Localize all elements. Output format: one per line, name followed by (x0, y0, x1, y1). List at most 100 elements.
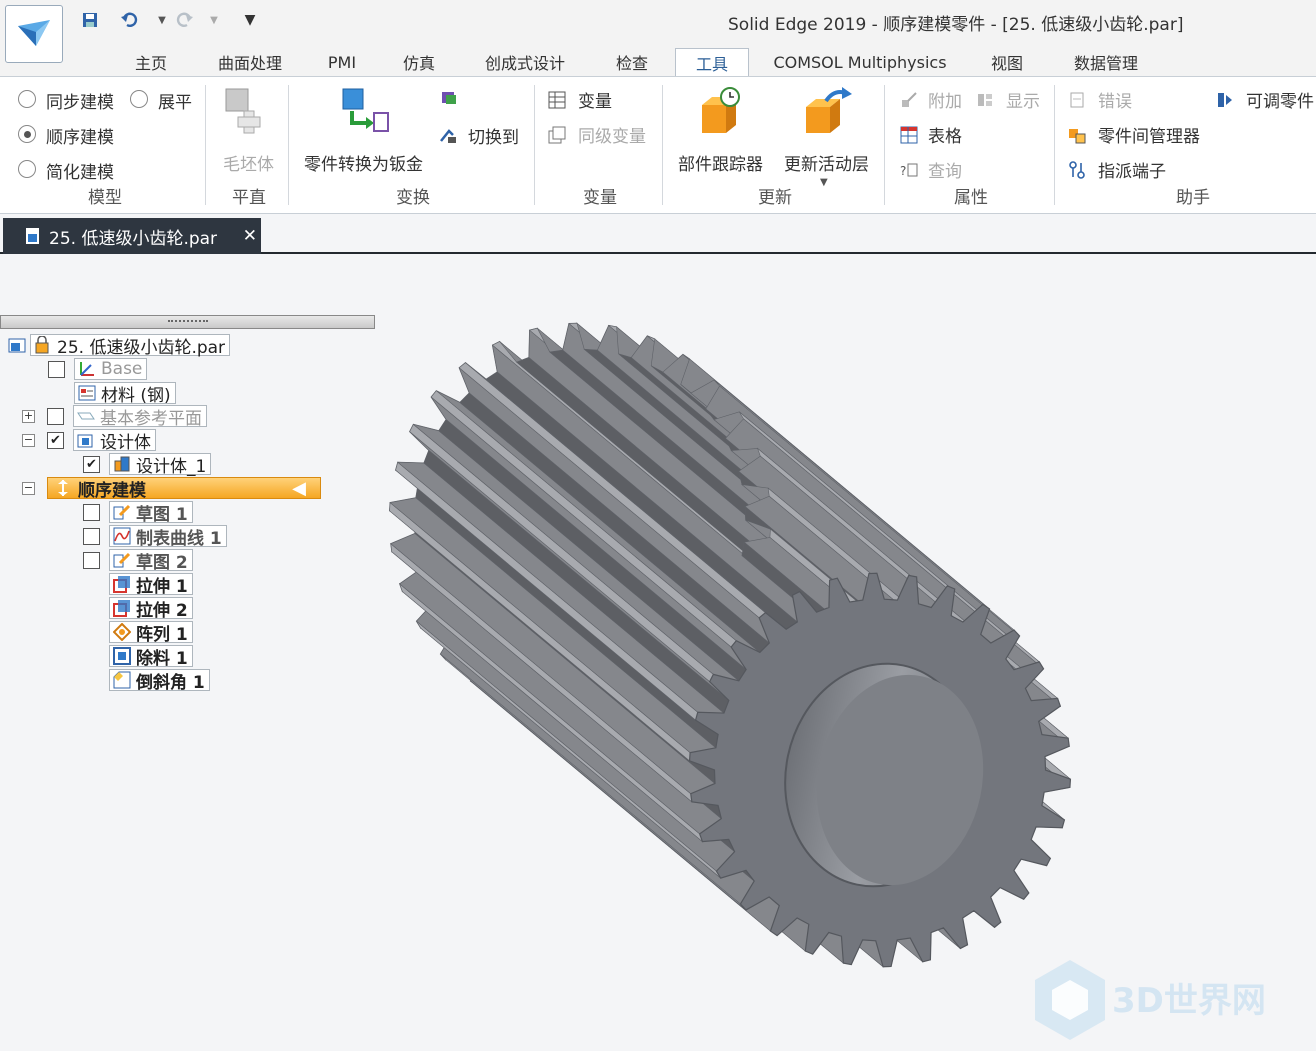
undo-dropdown-icon[interactable]: ▼ (152, 10, 172, 30)
tree-design-body-label[interactable]: 设计体 (73, 429, 156, 453)
separator (1054, 85, 1055, 205)
collapse-icon[interactable]: − (22, 481, 35, 495)
tree-material-label[interactable]: 材料 (钢) (74, 382, 176, 406)
feature-pattern-1[interactable]: 阵列 1 (109, 621, 193, 645)
feature-sketch-2[interactable]: 草图 2 (83, 549, 193, 573)
flatten-radio[interactable] (130, 90, 148, 108)
tree-ref-planes-label[interactable]: 基本参考平面 (73, 405, 207, 429)
document-tab[interactable]: 25. 低速级小齿轮.par ✕ (3, 218, 261, 254)
tab-tools[interactable]: 工具 (675, 48, 749, 76)
simplified-radio[interactable] (18, 160, 36, 178)
update-active-layer-label: 更新活动层 (784, 155, 869, 175)
feature-extrude-1[interactable]: 拉伸 1 (109, 573, 193, 597)
assign-port-label: 指派端子 (1098, 162, 1166, 182)
redo-dropdown-icon[interactable]: ▼ (204, 10, 224, 30)
base-checkbox[interactable] (48, 360, 65, 378)
chevron-down-icon[interactable]: ▼ (820, 177, 828, 188)
switch-to-label: 切换到 (468, 128, 519, 148)
material-icon (78, 385, 96, 401)
svg-text:?: ? (900, 164, 906, 178)
feature-table-curve-1-label[interactable]: 制表曲线 1 (109, 525, 227, 549)
design-body-checkbox[interactable]: ✔ (47, 431, 64, 449)
tracker-icon (702, 87, 740, 133)
transform-small-icon[interactable] (440, 89, 460, 111)
separator (288, 85, 289, 205)
feature-sketch-2-label[interactable]: 草图 2 (109, 549, 193, 573)
simplified-label: 简化建模 (46, 163, 114, 183)
design-body-icon (77, 434, 93, 448)
feature-pattern-1-label[interactable]: 阵列 1 (109, 621, 193, 645)
sync-radio[interactable] (18, 90, 36, 108)
feature-sketch-1-label[interactable]: 草图 1 (109, 501, 193, 525)
blank-body-button[interactable] (222, 85, 278, 149)
tab-comsol[interactable]: COMSOL Multiphysics (765, 48, 955, 76)
feature-sketch-1[interactable]: 草图 1 (83, 501, 193, 525)
feature-extrude-1-label[interactable]: 拉伸 1 (109, 573, 193, 597)
pathfinder-grip[interactable] (0, 315, 375, 329)
tab-generative-design[interactable]: 创成式设计 (472, 48, 578, 76)
tab-home[interactable]: 主页 (118, 48, 184, 76)
feature-chamfer-1[interactable]: 倒斜角 1 (109, 669, 210, 693)
tab-simulation[interactable]: 仿真 (388, 48, 450, 76)
application-button[interactable] (5, 5, 63, 63)
ref-planes-checkbox[interactable] (47, 407, 64, 425)
expand-icon[interactable]: + (22, 409, 35, 423)
convert-to-sheetmetal-button[interactable] (340, 85, 392, 145)
adjustable-part-icon (1218, 93, 1232, 107)
feature-cutout-1[interactable]: 除料 1 (109, 645, 193, 669)
attach-label: 附加 (928, 92, 962, 112)
undo-icon[interactable] (120, 10, 140, 30)
errors-icon (1070, 92, 1084, 108)
sketch-icon (113, 552, 131, 568)
tree-root-label[interactable]: 25. 低速级小齿轮.par (30, 334, 231, 358)
tab-inspect[interactable]: 检查 (600, 48, 664, 76)
errors-label: 错误 (1098, 92, 1132, 112)
feature-cutout-1-label[interactable]: 除料 1 (109, 645, 193, 669)
sketch-1-checkbox[interactable] (83, 503, 100, 521)
tab-pmi[interactable]: PMI (316, 48, 368, 76)
lock-part-icon (35, 336, 49, 354)
tree-ordered-label[interactable]: 顺序建模 ◀ (47, 477, 321, 501)
sketch-icon (113, 504, 131, 520)
window-title: Solid Edge 2019 - 顺序建模零件 - [25. 低速级小齿轮.p… (728, 15, 1184, 35)
tree-design-body[interactable]: − ✔ 设计体 (22, 429, 156, 453)
tree-root[interactable]: 25. 低速级小齿轮.par (8, 334, 231, 358)
tree-base-label[interactable]: Base (74, 358, 148, 380)
design-body-1-checkbox[interactable]: ✔ (83, 455, 100, 473)
assembly-tracker-button[interactable] (698, 87, 746, 139)
ordered-label: 顺序建模 (46, 128, 114, 148)
part-file-icon (26, 228, 39, 244)
peer-variables-icon (548, 126, 566, 144)
feature-extrude-2-label[interactable]: 拉伸 2 (109, 597, 193, 621)
table-curve-1-checkbox[interactable] (83, 527, 100, 545)
tree-design-body-1-label[interactable]: 设计体_1 (109, 453, 212, 477)
watermark-text: 3D世界网 (1112, 981, 1266, 1021)
update-active-layer-button[interactable] (802, 87, 854, 139)
feature-chamfer-1-label[interactable]: 倒斜角 1 (109, 669, 210, 693)
tree-base[interactable]: Base (48, 358, 148, 380)
tree-design-body-1[interactable]: ✔ 设计体_1 (83, 453, 212, 477)
redo-icon[interactable] (174, 10, 194, 30)
cutout-icon (113, 647, 131, 665)
tab-view[interactable]: 视图 (976, 48, 1038, 76)
gear-model[interactable] (330, 310, 1110, 1050)
feature-table-curve-1[interactable]: 制表曲线 1 (83, 525, 227, 549)
tree-ref-planes[interactable]: + 基本参考平面 (22, 405, 207, 429)
tree-ordered[interactable]: − 顺序建模 ◀ (22, 477, 321, 501)
ordered-radio[interactable] (18, 125, 36, 143)
customize-qat-icon[interactable]: ▼ (240, 10, 260, 30)
watermark: 3D世界网 (1030, 955, 1266, 1049)
sketch-2-checkbox[interactable] (83, 551, 100, 569)
close-icon[interactable]: ✕ (243, 226, 257, 246)
feature-extrude-2[interactable]: 拉伸 2 (109, 597, 193, 621)
query-icon: ? (900, 163, 918, 178)
tab-data-management[interactable]: 数据管理 (1060, 48, 1152, 76)
blank-body-label: 毛坯体 (223, 155, 274, 175)
collapse-icon[interactable]: − (22, 433, 35, 447)
tab-surfacing[interactable]: 曲面处理 (206, 48, 294, 76)
inter-part-manager-icon (1069, 129, 1086, 144)
rollback-arrow-icon[interactable]: ◀ (292, 478, 306, 499)
tree-material[interactable]: 材料 (钢) (74, 382, 176, 406)
group-label-flat: 平直 (232, 188, 266, 208)
save-icon[interactable] (80, 10, 100, 30)
